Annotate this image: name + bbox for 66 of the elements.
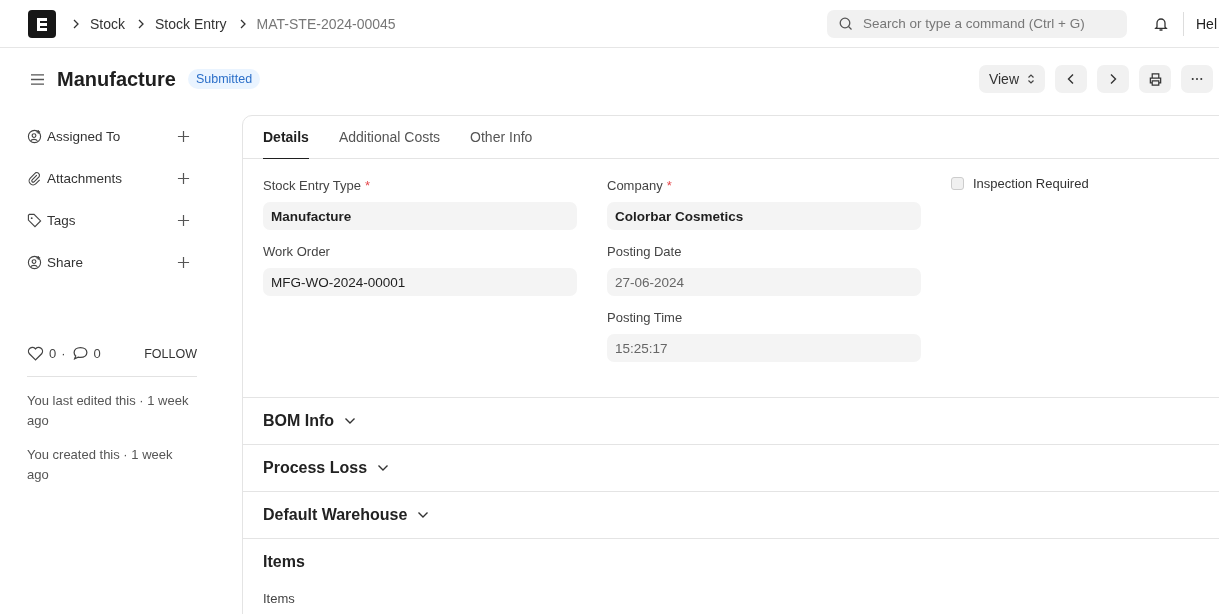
sidebar-label[interactable]: Share [47, 254, 177, 270]
activity-text: You created this · 1 week ago [27, 446, 174, 484]
page-title: Manufacture [57, 67, 176, 91]
chevron-right-icon [238, 18, 247, 29]
input-field[interactable]: 15:25:17 [607, 334, 921, 362]
checkbox[interactable] [951, 177, 964, 190]
input-field[interactable]: Colorbar Cosmetics [607, 202, 921, 230]
view-button[interactable]: View [978, 65, 1045, 93]
add-icon[interactable] [177, 129, 190, 143]
field-label: Posting Date [607, 244, 682, 259]
section-heading[interactable]: Default Warehouse [263, 506, 408, 524]
field-label: Company [607, 178, 663, 193]
breadcrumb-link[interactable]: MAT-STE-2024-00045 [256, 15, 396, 32]
add-icon[interactable] [177, 213, 190, 227]
more-icon [1191, 77, 1203, 81]
input-field[interactable]: MFG-WO-2024-00001 [263, 268, 577, 296]
paperclip-icon [27, 170, 42, 186]
add-icon[interactable] [177, 255, 190, 269]
add-icon[interactable] [177, 171, 190, 185]
breadcrumb-link[interactable]: Stock [90, 15, 125, 32]
input-field[interactable]: Manufacture [263, 202, 577, 230]
app-logo-icon[interactable] [28, 9, 56, 38]
chevron-left-icon [1066, 73, 1076, 85]
follow-link[interactable]: FOLLOW [144, 346, 197, 361]
help-menu[interactable]: Hel [1196, 15, 1217, 32]
tab[interactable]: Additional Costs [338, 116, 441, 159]
field-label: Items [263, 591, 296, 606]
chevron-right-icon [137, 18, 145, 29]
chevron-right-icon [72, 18, 80, 29]
checkbox-label: Inspection Required [973, 176, 1089, 191]
printer-icon [1147, 71, 1163, 87]
section-heading[interactable]: Process Loss [263, 459, 368, 477]
bell-icon[interactable] [1153, 15, 1169, 32]
breadcrumb-link[interactable]: Stock Entry [155, 15, 227, 32]
section-heading[interactable]: Items [263, 553, 305, 571]
user-plus-icon [27, 254, 42, 270]
section-heading[interactable]: BOM Info [263, 412, 335, 430]
tab[interactable]: Other Info [470, 116, 533, 159]
required-mark: * [666, 178, 672, 193]
sort-arrows-icon [1027, 73, 1035, 85]
chevron-down-icon[interactable] [417, 511, 430, 519]
field-label: Work Order [263, 244, 330, 259]
user-plus-icon [27, 128, 42, 144]
heart-icon[interactable] [27, 345, 44, 362]
search-icon [839, 16, 853, 31]
print-button[interactable] [1139, 65, 1171, 93]
tag-icon [27, 212, 42, 228]
comment-icon[interactable] [71, 345, 89, 362]
menu-icon[interactable] [30, 72, 45, 86]
chevron-right-icon [1108, 73, 1118, 85]
field-label: Stock Entry Type [263, 178, 362, 193]
comment-count: 0 [93, 346, 101, 361]
status-badge: Submitted [187, 69, 261, 89]
chevron-down-icon[interactable] [377, 464, 390, 472]
tab[interactable]: Details [263, 116, 309, 159]
activity-text: You last edited this · 1 week ago [27, 392, 190, 430]
sidebar-label[interactable]: Attachments [47, 170, 177, 186]
search-field[interactable]: Search or type a command (Ctrl + G) [827, 9, 1127, 38]
sidebar-label[interactable]: Tags [47, 212, 177, 228]
field-label: Posting Time [607, 310, 683, 325]
like-count: 0 [49, 346, 57, 361]
input-field[interactable]: 27-06-2024 [607, 268, 921, 296]
chevron-down-icon[interactable] [344, 417, 357, 425]
sidebar-label[interactable]: Assigned To [47, 128, 177, 144]
separator-dot: · [61, 346, 66, 361]
required-mark: * [365, 178, 371, 193]
